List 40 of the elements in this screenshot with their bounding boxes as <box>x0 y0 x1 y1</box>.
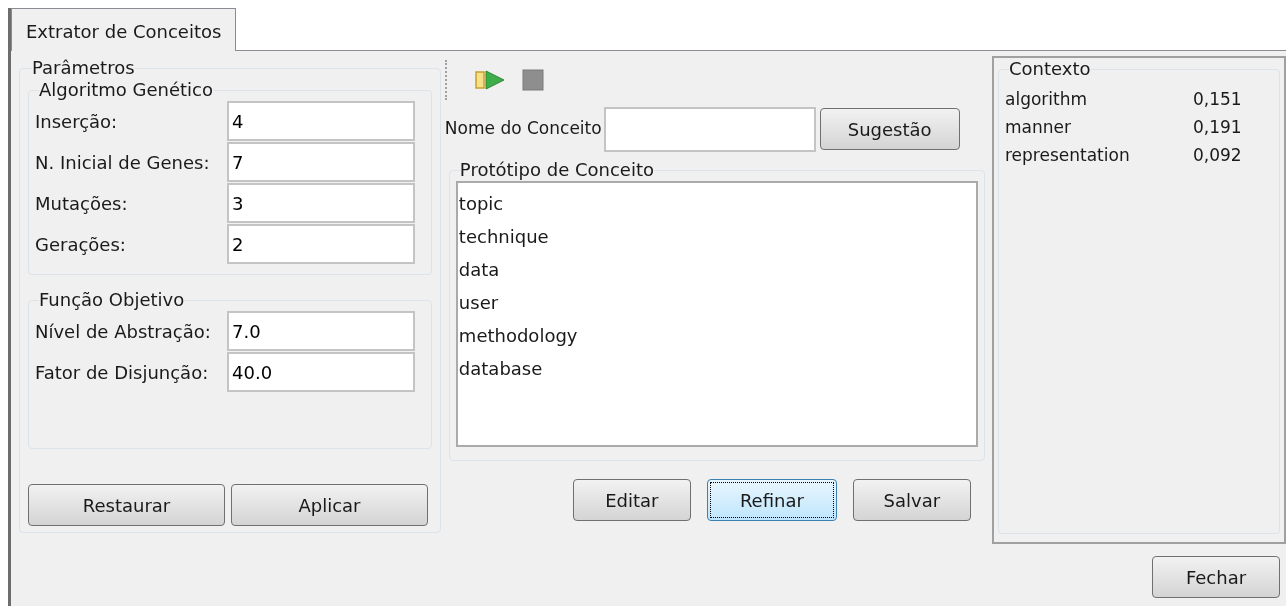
list-item[interactable]: methodology <box>458 319 975 352</box>
weight-text: 0,151 <box>1193 88 1242 112</box>
weight-text: 0,191 <box>1193 116 1242 140</box>
input-field[interactable]: 40.0 <box>227 352 415 392</box>
list-item[interactable]: user <box>458 286 975 319</box>
group-title: Função Objetivo <box>39 289 185 311</box>
field-label: Fator de Disjunção: <box>35 360 210 385</box>
button[interactable]: Sugestão <box>819 108 960 150</box>
input-field[interactable]: 7.0 <box>227 311 415 351</box>
term-text: representation <box>1005 144 1131 168</box>
list-item[interactable]: data <box>458 253 975 286</box>
field-label: Nível de Abstração: <box>35 319 212 344</box>
list-item[interactable]: topic <box>458 187 975 220</box>
group-title: Parâmetros <box>32 57 135 79</box>
input-field[interactable] <box>603 106 816 152</box>
group-title: Protótipo de Conceito <box>459 159 654 181</box>
field-label: N. Inicial de Genes: <box>35 150 211 175</box>
stop-icon[interactable] <box>521 69 544 91</box>
weight-text: 0,092 <box>1193 144 1242 168</box>
tab[interactable]: Extrator de Conceitos <box>11 8 237 51</box>
input-field[interactable]: 2 <box>227 224 415 264</box>
button[interactable]: Restaurar <box>28 484 225 526</box>
input-field[interactable]: 4 <box>227 101 415 141</box>
term-text: manner <box>1005 116 1072 140</box>
field-label: Gerações: <box>35 232 127 257</box>
button[interactable]: Editar <box>572 479 691 521</box>
button[interactable]: Aplicar <box>231 484 428 526</box>
group-title: Contexto <box>1009 58 1091 80</box>
list-item[interactable]: technique <box>458 220 975 253</box>
term-text: algorithm <box>1005 88 1089 112</box>
button[interactable]: Salvar <box>852 479 971 521</box>
group-title: Algoritmo Genético <box>39 79 213 101</box>
field-label: Nome do Conceito <box>444 117 602 141</box>
input-field[interactable]: 7 <box>227 142 415 182</box>
field-label: Mutações: <box>35 191 129 216</box>
button[interactable]: Fechar <box>1152 556 1280 598</box>
button[interactable]: Refinar <box>706 479 837 521</box>
list-item[interactable]: database <box>458 352 975 385</box>
field-label: Inserção: <box>35 109 119 134</box>
input-field[interactable]: 3 <box>227 183 415 223</box>
